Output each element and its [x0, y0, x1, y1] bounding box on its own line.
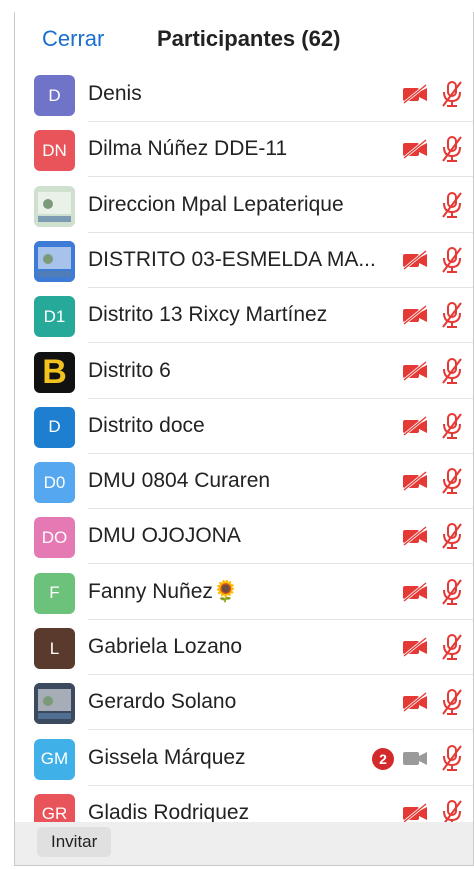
mic-muted-icon[interactable]: [440, 522, 464, 550]
participant-row[interactable]: GM Gissela Márquez 2: [15, 731, 473, 786]
mic-muted-icon[interactable]: [440, 246, 464, 274]
panel-header: Cerrar Participantes (62): [15, 12, 473, 67]
mic-muted-icon[interactable]: [440, 357, 464, 385]
avatar: D: [34, 75, 75, 116]
avatar: D: [34, 406, 75, 448]
avatar: DO: [34, 517, 75, 559]
video-off-icon[interactable]: [401, 83, 429, 105]
avatar-initials: L: [49, 638, 60, 658]
participant-name: DMU OJOJONA: [88, 524, 241, 548]
participant-name: DMU 0804 Curaren: [88, 469, 271, 493]
participants-panel: Cerrar Participantes (62) D Denis DN Dilma…: [14, 12, 474, 866]
participant-name: Fanny Nuñez🌻: [88, 579, 240, 603]
video-off-icon[interactable]: [401, 802, 429, 824]
video-off-icon[interactable]: [401, 249, 429, 271]
participant-name: Distrito 13 Rixcy Martínez: [88, 303, 328, 327]
unread-badge: 2: [372, 747, 394, 770]
avatar: L: [34, 628, 75, 669]
video-camera-icon[interactable]: [401, 747, 429, 769]
avatar-initials: DO: [41, 527, 68, 547]
mic-muted-icon[interactable]: [440, 633, 464, 661]
participant-row[interactable]: DO DMU OJOJONA: [15, 509, 473, 565]
participant-name: Distrito doce: [88, 413, 205, 437]
panel-title: Participantes (62): [157, 26, 341, 51]
participant-row[interactable]: B Distrito 6: [15, 344, 473, 399]
avatar-initials: D: [48, 417, 61, 437]
mic-muted-icon[interactable]: [440, 135, 464, 163]
participant-name: DISTRITO 03-ESMELDA MA...: [88, 247, 376, 271]
participant-row[interactable]: Gerardo Solano: [15, 675, 473, 731]
participant-name: Gabriela Lozano: [88, 635, 243, 658]
participant-name: Gerardo Solano: [88, 690, 237, 714]
participant-row[interactable]: DN Dilma Núñez DDE-11: [15, 122, 473, 178]
participant-name: Denis: [88, 82, 142, 105]
photo-avatar: [34, 240, 75, 282]
avatar: GM: [34, 738, 75, 780]
video-off-icon[interactable]: [401, 470, 429, 492]
mic-muted-icon[interactable]: [440, 578, 464, 606]
avatar: F: [34, 572, 75, 614]
mic-muted-icon[interactable]: [440, 301, 464, 329]
participant-name: Dilma Núñez DDE-11: [88, 137, 288, 161]
participant-name: Gissela Márquez: [88, 745, 246, 769]
participant-name: Direccion Mpal Lepaterique: [88, 192, 344, 216]
mic-muted-icon[interactable]: [440, 412, 464, 440]
participant-row[interactable]: D0 DMU 0804 Curaren: [15, 454, 473, 510]
avatar: D1: [34, 296, 75, 338]
invite-button[interactable]: Invitar: [37, 827, 112, 857]
avatar: D0: [34, 462, 75, 504]
video-off-icon[interactable]: [401, 304, 429, 326]
avatar: DN: [34, 130, 75, 172]
mic-muted-icon[interactable]: [440, 467, 464, 495]
video-off-icon[interactable]: [401, 581, 429, 603]
video-off-icon[interactable]: [401, 525, 429, 547]
avatar-initials: D1: [43, 306, 66, 326]
avatar-initials: D: [48, 85, 61, 105]
panel-footer: Invitar: [15, 822, 473, 865]
logo-avatar: B: [34, 351, 75, 393]
video-off-icon[interactable]: [401, 138, 429, 160]
avatar-initials: D0: [43, 472, 66, 492]
participant-row[interactable]: L Gabriela Lozano: [15, 620, 473, 675]
avatar-initials: GM: [40, 749, 69, 769]
participant-row[interactable]: D Distrito doce: [15, 399, 473, 454]
mic-muted-icon[interactable]: [440, 688, 464, 716]
video-off-icon[interactable]: [401, 360, 429, 382]
video-off-icon[interactable]: [401, 415, 429, 437]
participant-row[interactable]: Direccion Mpal Lepaterique: [15, 178, 473, 233]
avatar-initials: F: [49, 583, 60, 603]
participant-row[interactable]: D Denis: [15, 67, 473, 122]
participant-row[interactable]: DISTRITO 03-ESMELDA MA...: [15, 233, 473, 288]
participant-row[interactable]: D1 Distrito 13 Rixcy Martínez: [15, 288, 473, 344]
avatar-initials: DN: [42, 140, 67, 160]
video-off-icon[interactable]: [401, 691, 429, 713]
photo-avatar: [34, 185, 75, 227]
video-off-icon[interactable]: [401, 636, 429, 658]
mic-muted-icon[interactable]: [440, 744, 464, 772]
photo-avatar: [34, 683, 75, 725]
participant-row[interactable]: F Fanny Nuñez🌻: [15, 565, 473, 620]
mic-muted-icon[interactable]: [440, 191, 464, 219]
participant-name: Distrito 6: [88, 358, 171, 382]
mic-muted-icon[interactable]: [440, 80, 464, 108]
close-button[interactable]: Cerrar: [42, 26, 104, 52]
